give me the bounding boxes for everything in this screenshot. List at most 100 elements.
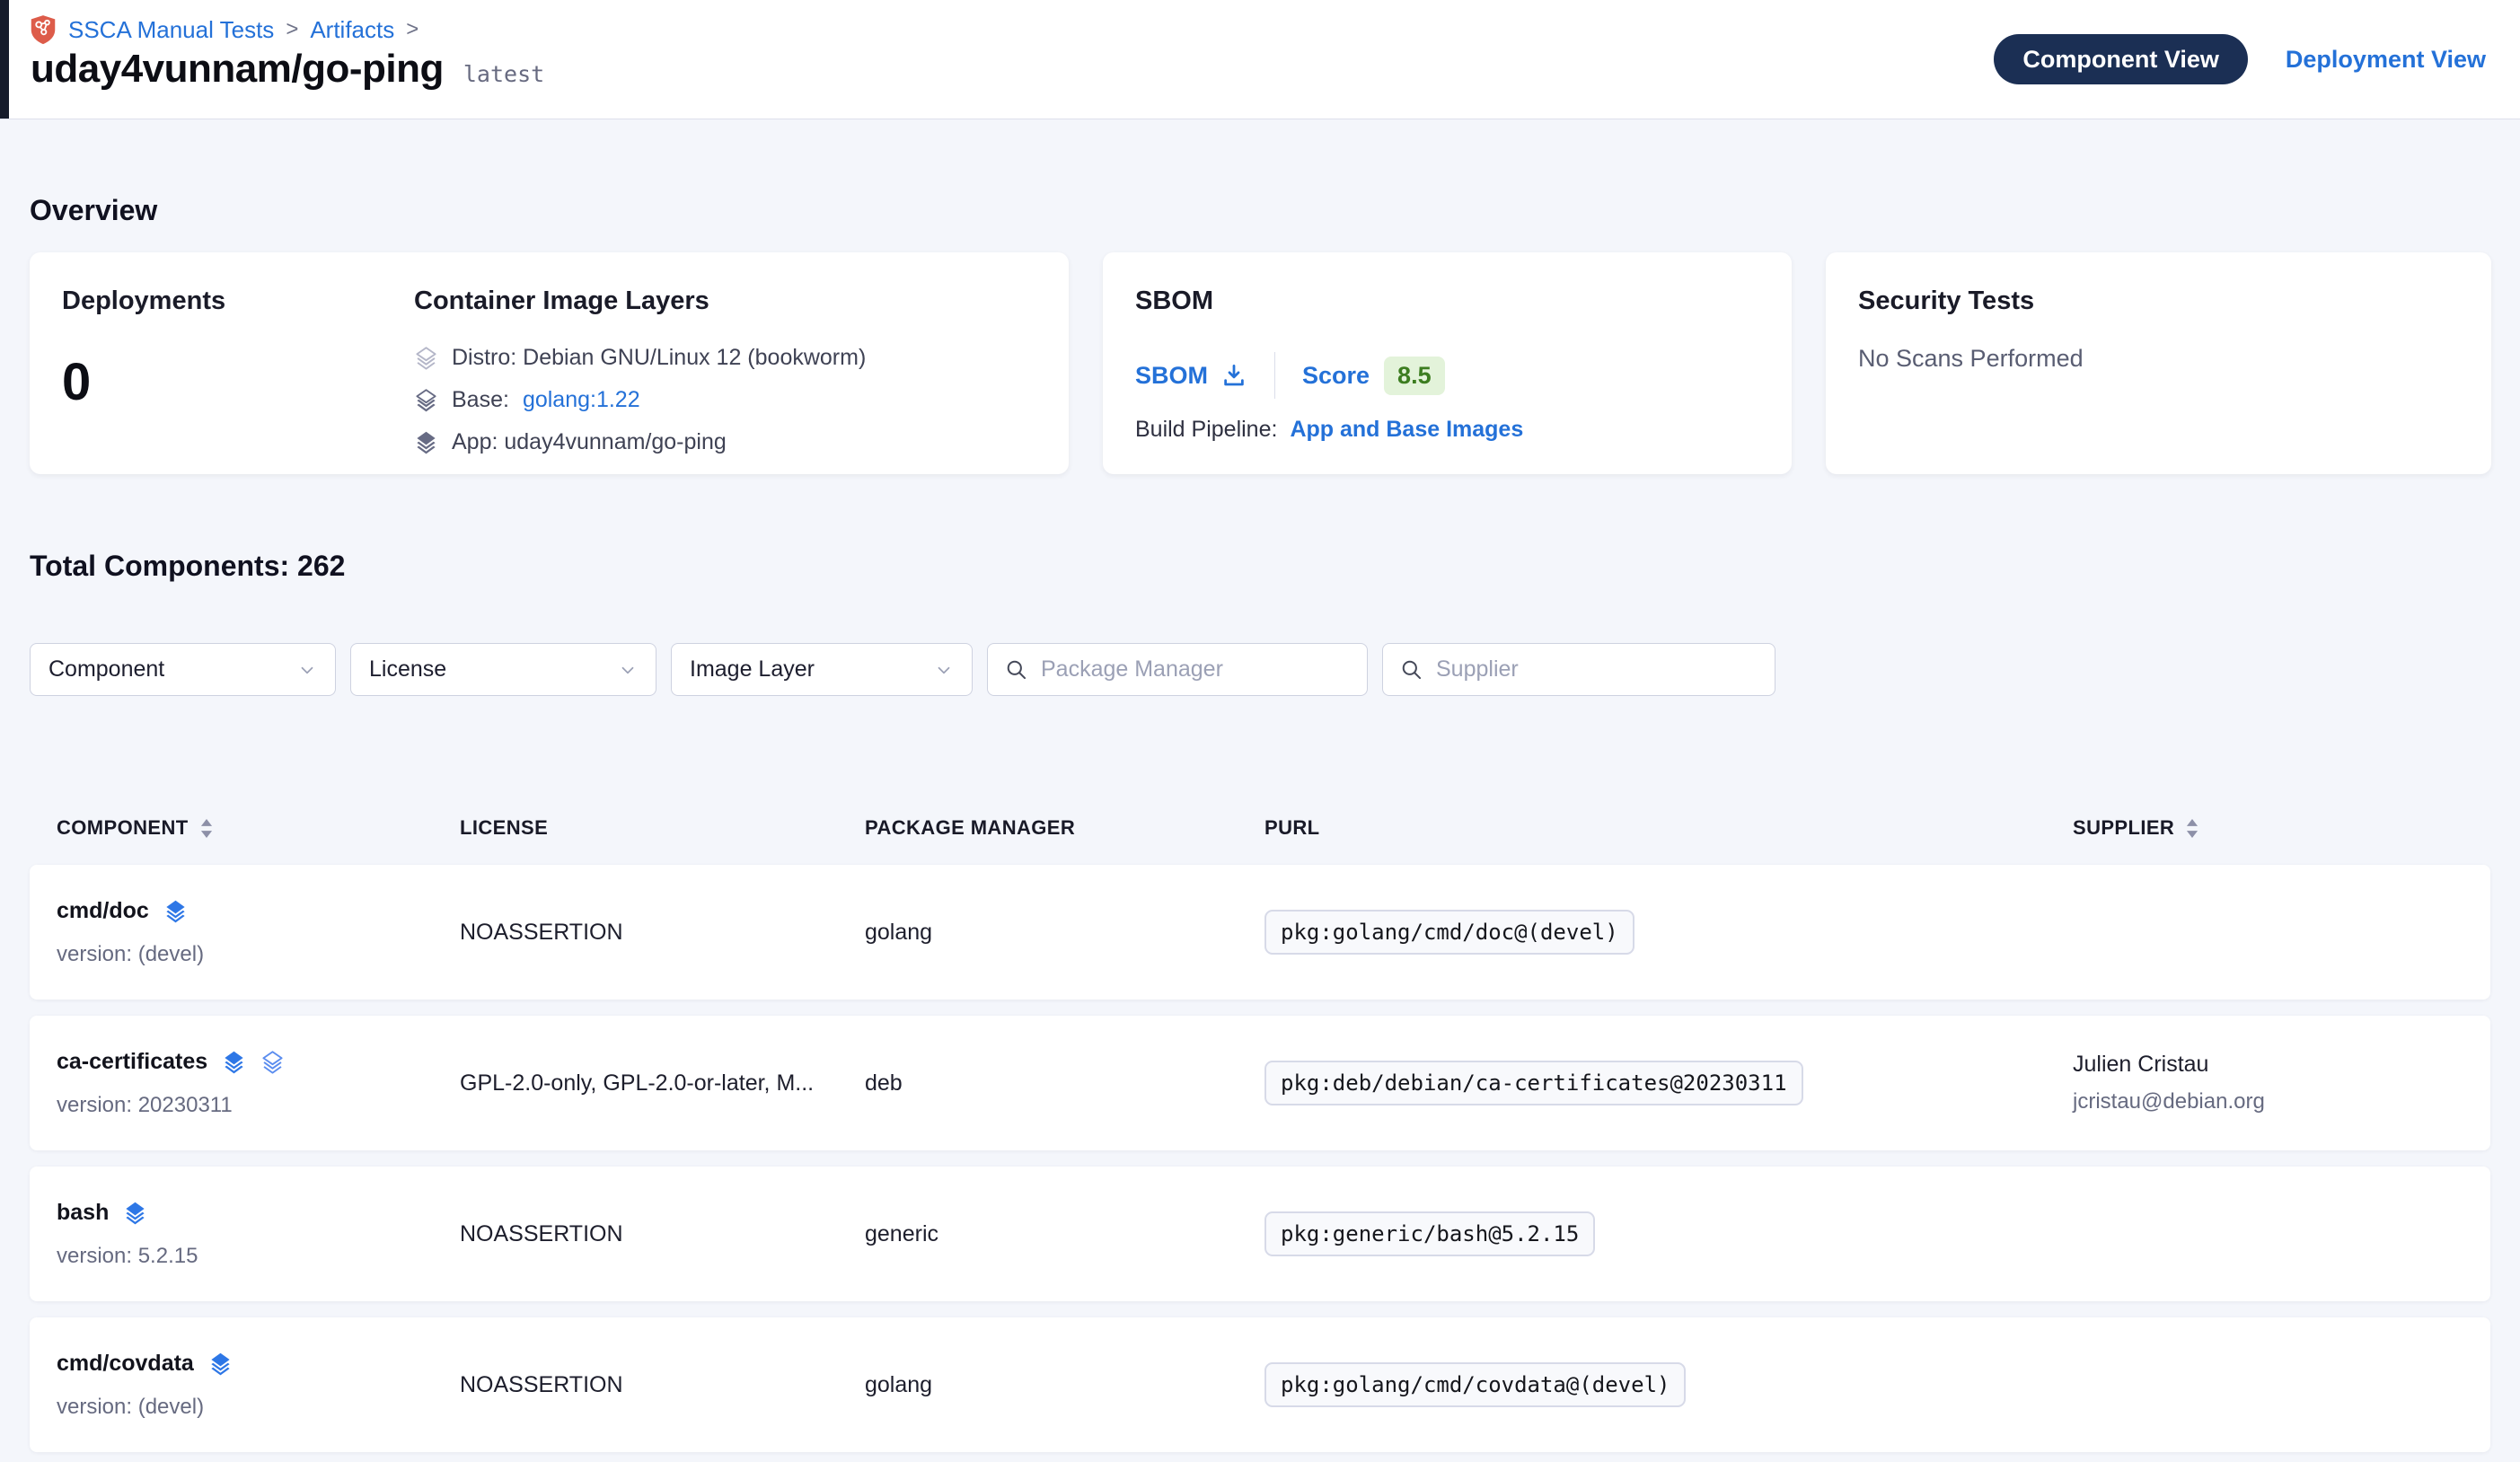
- supplier-header-label: SUPPLIER: [2073, 816, 2174, 840]
- supplier-name: Julien Cristau: [2073, 1052, 2490, 1078]
- table-row: cmd/doc version: (devel) NOASSERTION gol…: [30, 865, 2490, 1000]
- component-name: cmd/covdata: [57, 1351, 194, 1377]
- package-manager-cell: golang: [865, 920, 1264, 946]
- purl-chip: pkg:golang/cmd/doc@(devel): [1264, 910, 1634, 955]
- app-layer-icon: [414, 430, 438, 454]
- security-tests-status: No Scans Performed: [1858, 345, 2459, 373]
- component-name: ca-certificates: [57, 1049, 207, 1075]
- package-manager-search-input[interactable]: [1041, 656, 1351, 683]
- app-layer-row: App: uday4vunnam/go-ping: [414, 429, 1036, 455]
- package-manager-cell: golang: [865, 1372, 1264, 1398]
- sort-icon: [200, 819, 213, 838]
- download-icon[interactable]: [1220, 362, 1247, 389]
- base-layer-outline-icon: [260, 1050, 285, 1074]
- title-row: uday4vunnam/go-ping latest: [31, 47, 544, 92]
- sbom-download-label: SBOM: [1135, 362, 1208, 390]
- total-components-heading: Total Components: 262: [30, 550, 345, 583]
- license-filter-label: License: [369, 656, 446, 683]
- security-tests-title: Security Tests: [1858, 286, 2459, 316]
- base-layer-row: Base: golang:1.22: [414, 387, 1036, 413]
- app-layer-filled-icon: [222, 1050, 246, 1074]
- sbom-download-link[interactable]: SBOM: [1135, 362, 1247, 390]
- purl-chip: pkg:deb/debian/ca-certificates@20230311: [1264, 1061, 1803, 1105]
- sort-icon: [2186, 819, 2198, 838]
- component-version: version: (devel): [57, 942, 460, 967]
- build-pipeline-label: Build Pipeline:: [1135, 417, 1277, 443]
- column-header-component[interactable]: COMPONENT: [57, 816, 460, 840]
- app-layer-filled-icon: [123, 1201, 147, 1225]
- purl-chip: pkg:golang/cmd/covdata@(devel): [1264, 1362, 1686, 1407]
- sbom-score-badge: 8.5: [1384, 357, 1445, 395]
- artifact-tag: latest: [463, 61, 544, 87]
- table-row: cmd/covdata version: (devel) NOASSERTION…: [30, 1317, 2490, 1452]
- component-name: bash: [57, 1200, 109, 1226]
- overview-cards: Deployments 0 Container Image Layers Dis…: [30, 252, 2491, 474]
- search-icon: [1004, 657, 1028, 682]
- chevron-down-icon: [618, 660, 638, 680]
- breadcrumb: SSCA Manual Tests > Artifacts >: [30, 14, 419, 45]
- package-manager-cell: deb: [865, 1070, 1264, 1096]
- license-cell: NOASSERTION: [460, 1372, 865, 1398]
- license-cell: NOASSERTION: [460, 1221, 865, 1247]
- app-layer-filled-icon: [163, 899, 188, 923]
- nav-edge-strip: [0, 0, 9, 119]
- license-filter-dropdown[interactable]: License: [350, 643, 656, 696]
- distro-layer-row: Distro: Debian GNU/Linux 12 (bookworm): [414, 345, 1036, 371]
- app-layer-text: App: uday4vunnam/go-ping: [452, 429, 727, 455]
- image-layer-filter-dropdown[interactable]: Image Layer: [671, 643, 973, 696]
- table-row: bash version: 5.2.15 NOASSERTION generic…: [30, 1167, 2490, 1301]
- supplier-email: jcristau@debian.org: [2073, 1089, 2490, 1114]
- chevron-down-icon: [297, 660, 317, 680]
- package-manager-cell: generic: [865, 1221, 1264, 1247]
- view-toggle: Component View Deployment View: [1994, 34, 2486, 84]
- security-tests-card: Security Tests No Scans Performed: [1826, 252, 2491, 474]
- column-header-purl: PURL: [1264, 816, 2073, 840]
- page-header: SSCA Manual Tests > Artifacts > uday4vun…: [0, 0, 2520, 119]
- vertical-divider: [1274, 352, 1275, 399]
- package-manager-searchbox: [987, 643, 1368, 696]
- component-filter-dropdown[interactable]: Component: [30, 643, 336, 696]
- component-header-label: COMPONENT: [57, 816, 189, 840]
- breadcrumb-link-ssca-manual-tests[interactable]: SSCA Manual Tests: [68, 16, 274, 44]
- license-cell: NOASSERTION: [460, 920, 865, 946]
- deployments-layers-card: Deployments 0 Container Image Layers Dis…: [30, 252, 1069, 474]
- ssca-shield-icon: [30, 14, 57, 45]
- component-name: cmd/doc: [57, 898, 149, 924]
- distro-layer-icon: [414, 346, 438, 370]
- deployments-label: Deployments: [62, 286, 414, 316]
- breadcrumb-link-artifacts[interactable]: Artifacts: [310, 16, 394, 44]
- deployment-view-link[interactable]: Deployment View: [2286, 46, 2486, 74]
- deployments-count: 0: [62, 352, 414, 412]
- base-image-link[interactable]: golang:1.22: [523, 387, 640, 413]
- sbom-card-title: SBOM: [1135, 286, 1759, 316]
- component-version: version: 20230311: [57, 1093, 460, 1118]
- component-version: version: 5.2.15: [57, 1244, 460, 1269]
- component-filter-label: Component: [48, 656, 164, 683]
- image-layer-filter-label: Image Layer: [690, 656, 815, 683]
- component-view-button[interactable]: Component View: [1994, 34, 2248, 84]
- chevron-down-icon: [934, 660, 954, 680]
- license-cell: GPL-2.0-only, GPL-2.0-or-later, M...: [460, 1070, 865, 1096]
- table-header-row: COMPONENT LICENSE PACKAGE MANAGER PURL S…: [30, 806, 2490, 850]
- filter-bar: Component License Image Layer: [30, 643, 1775, 696]
- supplier-searchbox: [1382, 643, 1775, 696]
- distro-layer-text: Distro: Debian GNU/Linux 12 (bookworm): [452, 345, 866, 371]
- sbom-card: SBOM SBOM Score 8.5 Build Pipeline: App …: [1103, 252, 1792, 474]
- container-image-layers-label: Container Image Layers: [414, 286, 1036, 316]
- column-header-supplier[interactable]: SUPPLIER: [2073, 816, 2490, 840]
- supplier-search-input[interactable]: [1436, 656, 1758, 683]
- overview-heading: Overview: [30, 194, 157, 227]
- table-row: ca-certificates version: 20230311 GPL-2.…: [30, 1016, 2490, 1150]
- column-header-package-manager: PACKAGE MANAGER: [865, 816, 1264, 840]
- component-version: version: (devel): [57, 1395, 460, 1420]
- build-pipeline-link[interactable]: App and Base Images: [1290, 417, 1523, 443]
- components-table: cmd/doc version: (devel) NOASSERTION gol…: [30, 865, 2490, 1452]
- page-title: uday4vunnam/go-ping: [31, 47, 444, 92]
- base-layer-icon: [414, 388, 438, 412]
- app-layer-filled-icon: [208, 1352, 233, 1376]
- base-layer-label: Base:: [452, 387, 509, 413]
- breadcrumb-separator: >: [286, 17, 298, 42]
- supplier-cell: Julien Cristau jcristau@debian.org: [2073, 1052, 2490, 1114]
- column-header-license: LICENSE: [460, 816, 865, 840]
- sbom-score-link[interactable]: Score: [1302, 362, 1370, 390]
